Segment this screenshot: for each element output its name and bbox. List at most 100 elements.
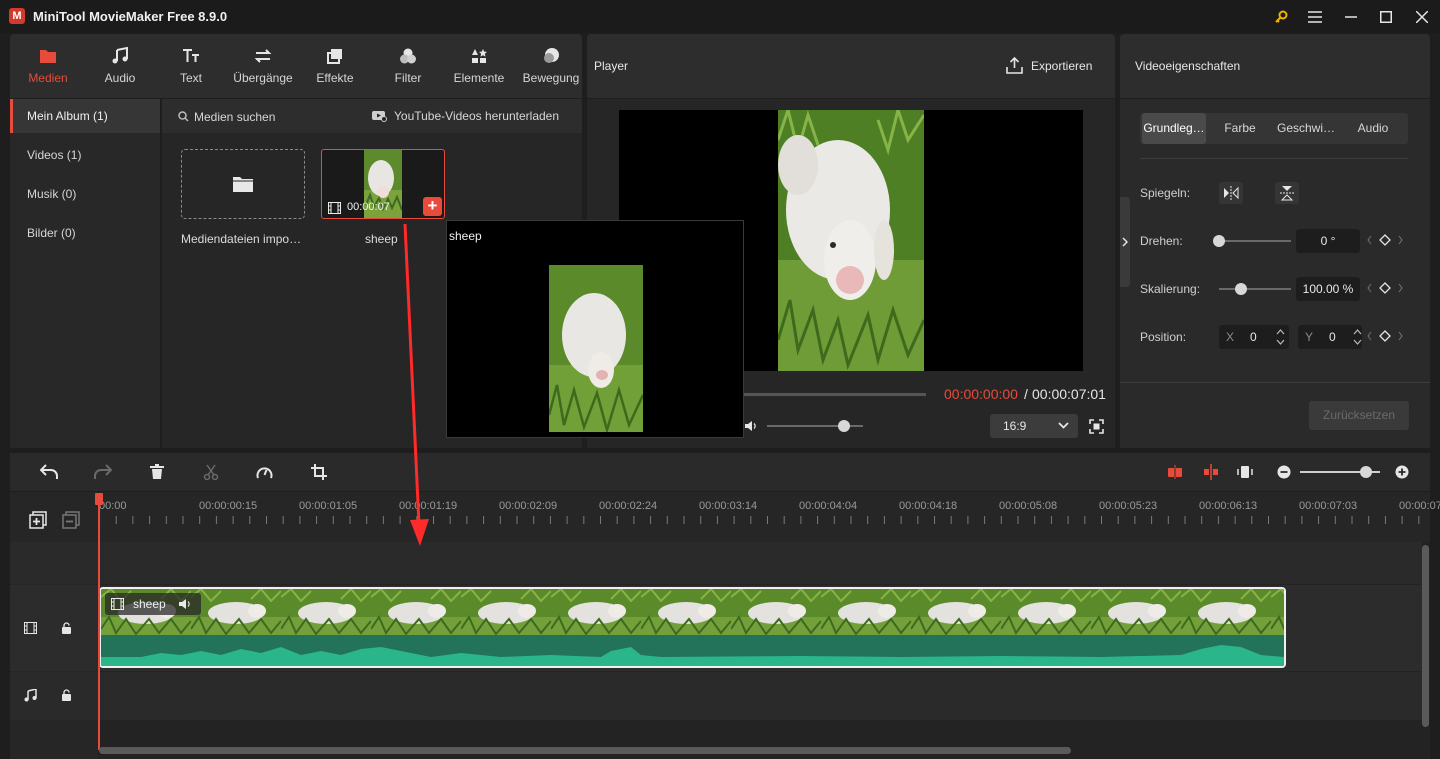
minimize-icon[interactable] <box>1334 4 1368 29</box>
music-track-icon <box>24 689 37 702</box>
add-track-icon[interactable] <box>29 511 47 529</box>
media-toolbar: Medien Audio Text Übergänge Effekte Filt… <box>10 34 582 98</box>
ruler-tick-label: 00:00:07:1 <box>1399 500 1440 512</box>
rotate-slider-knob[interactable] <box>1213 235 1225 247</box>
timeline-video-clip[interactable]: sheep <box>99 587 1286 668</box>
volume-icon <box>179 599 190 609</box>
media-search-input[interactable]: Medien suchen <box>194 110 275 124</box>
playhead-handle[interactable] <box>95 493 103 505</box>
scale-slider[interactable] <box>1219 288 1291 290</box>
playhead[interactable] <box>98 494 100 750</box>
redo-icon[interactable] <box>94 464 112 480</box>
clip-filmstrip-and-waveform <box>101 589 1284 666</box>
rotate-slider[interactable] <box>1219 240 1291 242</box>
reset-button[interactable]: Zurücksetzen <box>1309 401 1409 430</box>
horizontal-scrollbar[interactable] <box>99 747 1071 754</box>
maximize-icon[interactable] <box>1369 4 1403 29</box>
import-media-button[interactable] <box>181 149 305 219</box>
vertical-scrollbar[interactable] <box>1422 545 1429 727</box>
lock-icon[interactable] <box>61 689 72 701</box>
volume-slider-knob[interactable] <box>837 420 850 432</box>
video-track-icon <box>24 622 37 634</box>
album-item-bilder[interactable]: Bilder (0) <box>10 216 160 250</box>
position-y-field[interactable]: Y 0 <box>1298 325 1362 349</box>
ruler-ticks <box>99 510 1430 524</box>
ruler-tick-label: 00:00:04:04 <box>799 500 858 512</box>
clip-duration: 00:00:07 <box>347 201 390 213</box>
flip-horizontal-button[interactable] <box>1219 182 1243 204</box>
panel-collapse-handle[interactable] <box>1120 197 1130 287</box>
mirror-label: Spiegeln: <box>1140 186 1191 200</box>
ruler-tick-label: 00:00:05:08 <box>999 500 1058 512</box>
add-to-timeline-button[interactable]: + <box>423 197 442 216</box>
split-marker-icon[interactable] <box>1203 464 1219 480</box>
time-total: 00:00:07:01 <box>1032 386 1106 402</box>
export-button[interactable]: Exportieren <box>1031 59 1092 73</box>
tab-bewegung[interactable]: Bewegung <box>516 34 586 98</box>
stepper-icon[interactable] <box>1353 327 1362 347</box>
transition-arrows-icon <box>254 49 272 63</box>
album-item-musik[interactable]: Musik (0) <box>10 177 160 211</box>
fullscreen-icon[interactable] <box>1089 419 1104 434</box>
stepper-icon[interactable] <box>1276 327 1285 347</box>
snap-icon[interactable] <box>1167 464 1183 480</box>
aspect-ratio-value: 16:9 <box>1003 419 1027 433</box>
tab-audio-props[interactable]: Audio <box>1340 113 1406 144</box>
crop-icon[interactable] <box>311 464 327 480</box>
youtube-download-link[interactable]: YouTube-Videos herunterladen <box>394 109 559 123</box>
divider <box>1120 382 1430 383</box>
tab-elemente[interactable]: Elemente <box>444 34 514 98</box>
album-item-videos[interactable]: Videos (1) <box>10 138 160 172</box>
tab-uebergaenge[interactable]: Übergänge <box>228 34 298 98</box>
volume-icon[interactable] <box>745 419 759 433</box>
activate-key-icon[interactable] <box>1264 4 1298 29</box>
remove-track-icon[interactable] <box>62 511 80 529</box>
album-item-mein-album[interactable]: Mein Album (1) <box>10 99 160 133</box>
tab-audio[interactable]: Audio <box>85 34 155 98</box>
properties-title: Videoeigenschaften <box>1135 59 1241 73</box>
tab-geschwindigkeit[interactable]: Geschwi… <box>1274 113 1338 144</box>
aspect-ratio-select[interactable]: 16:9 <box>990 414 1078 438</box>
keyframe-nav-position[interactable] <box>1367 330 1403 342</box>
folder-icon <box>233 177 253 192</box>
export-icon[interactable] <box>1006 57 1023 74</box>
tab-text[interactable]: Text <box>156 34 226 98</box>
youtube-icon <box>372 110 387 122</box>
tab-farbe[interactable]: Farbe <box>1208 113 1272 144</box>
zoom-in-icon[interactable] <box>1395 465 1409 479</box>
drag-annotation-arrow <box>403 223 429 546</box>
clip-label: sheep <box>133 597 166 611</box>
zoom-slider-knob[interactable] <box>1359 466 1372 478</box>
ruler-tick-label: 00:00:02:09 <box>499 500 558 512</box>
position-y-value: 0 <box>1329 330 1336 344</box>
tab-medien[interactable]: Medien <box>13 34 83 98</box>
tab-grundlegend[interactable]: Grundleg… <box>1142 113 1206 144</box>
flip-vertical-button[interactable] <box>1275 182 1299 204</box>
hover-preview-popup: sheep <box>446 220 744 438</box>
rotate-input[interactable]: 0 ° <box>1296 229 1360 253</box>
split-scissors-icon[interactable] <box>203 464 219 480</box>
position-x-field[interactable]: X 0 <box>1219 325 1289 349</box>
ruler-tick-label: 00:00:04:18 <box>899 500 958 512</box>
scale-slider-knob[interactable] <box>1234 283 1247 295</box>
tab-filter[interactable]: Filter <box>373 34 443 98</box>
keyframe-diamond-icon <box>1367 234 1403 246</box>
zoom-out-icon[interactable] <box>1277 465 1291 479</box>
keyframe-nav-rotate[interactable] <box>1367 234 1403 246</box>
ruler-tick-label: 00:00 <box>99 500 127 512</box>
player-progress-bar[interactable] <box>744 393 926 396</box>
scale-input[interactable]: 100.00 % <box>1296 277 1360 301</box>
lock-icon[interactable] <box>61 622 72 634</box>
fit-timeline-icon[interactable] <box>1237 464 1253 480</box>
speed-icon[interactable] <box>256 464 273 480</box>
delete-icon[interactable] <box>149 464 165 480</box>
menu-icon[interactable] <box>1298 4 1332 29</box>
motion-icon <box>544 48 559 63</box>
close-icon[interactable] <box>1405 4 1439 29</box>
album-sidebar: Mein Album (1) Videos (1) Musik (0) Bild… <box>10 99 160 448</box>
tab-label: Medien <box>28 71 68 85</box>
keyframe-nav-scale[interactable] <box>1367 282 1403 294</box>
tab-effekte[interactable]: Effekte <box>300 34 370 98</box>
undo-icon[interactable] <box>40 464 58 480</box>
preview-image <box>549 265 643 432</box>
